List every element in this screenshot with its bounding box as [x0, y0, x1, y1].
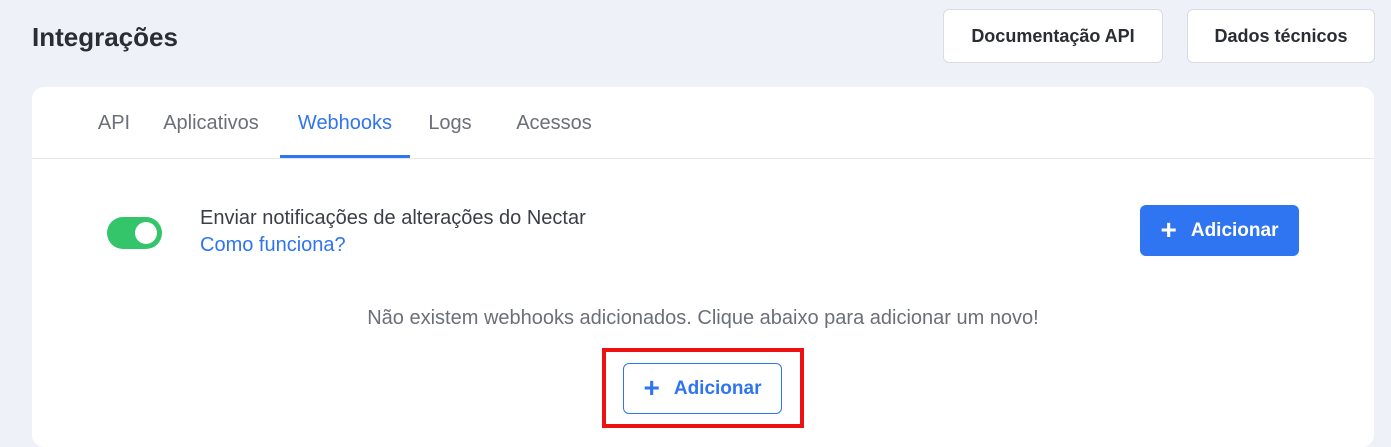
tab-aplicativos[interactable]: Aplicativos: [156, 87, 266, 159]
toggle-knob: [135, 222, 157, 244]
plus-icon: +: [1160, 213, 1177, 245]
active-tab-indicator: [280, 155, 410, 158]
technical-data-button[interactable]: Dados técnicos: [1187, 9, 1375, 63]
tab-webhooks[interactable]: Webhooks: [280, 87, 410, 159]
empty-state-message: Não existem webhooks adicionados. Clique…: [367, 307, 1039, 329]
add-webhook-secondary-button[interactable]: + Adicionar: [623, 363, 782, 414]
notifications-label: Enviar notificações de alterações do Nec…: [200, 207, 586, 229]
add-webhook-label: Adicionar: [1190, 219, 1279, 241]
tab-logs[interactable]: Logs: [420, 87, 480, 159]
how-it-works-link[interactable]: Como funciona?: [200, 232, 346, 258]
integrations-card: API Aplicativos Webhooks Logs Acessos En…: [32, 87, 1374, 447]
tab-bar: API Aplicativos Webhooks Logs Acessos: [32, 87, 1374, 159]
add-webhook-secondary-label: Adicionar: [673, 377, 762, 399]
plus-icon: +: [643, 371, 660, 403]
tab-acessos[interactable]: Acessos: [500, 87, 608, 159]
notifications-toggle[interactable]: [107, 217, 162, 249]
add-webhook-button[interactable]: + Adicionar: [1140, 205, 1299, 256]
api-docs-button[interactable]: Documentação API: [943, 9, 1163, 63]
page-title: Integrações: [32, 22, 178, 52]
tab-api[interactable]: API: [84, 87, 144, 159]
